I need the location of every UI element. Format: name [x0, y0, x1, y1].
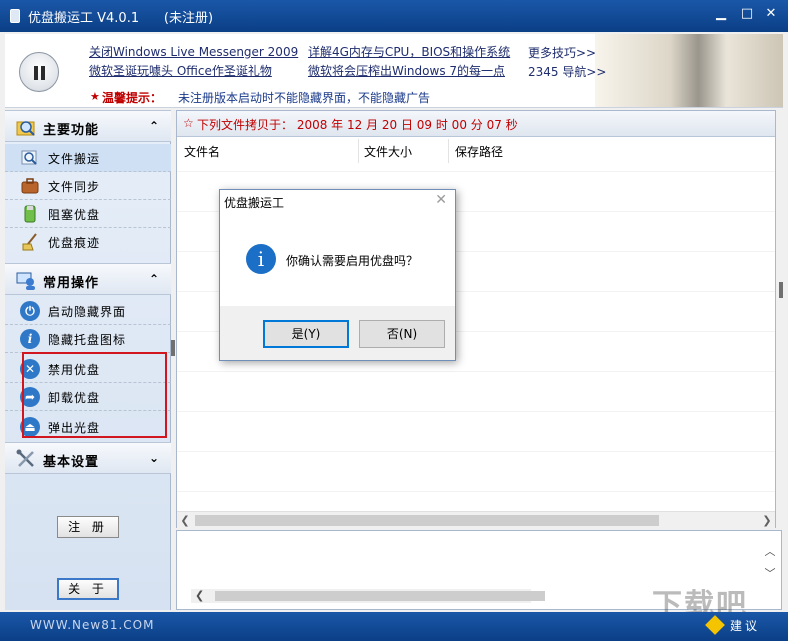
news-link-4[interactable]: 微软将会压榨出Windows 7的每一点 — [308, 62, 505, 79]
sidebar-item-file-move[interactable]: 文件搬运 — [5, 144, 171, 172]
briefcase-icon — [20, 176, 40, 196]
column-header-filename[interactable]: 文件名 — [184, 143, 220, 160]
news-link-1[interactable]: 关闭Windows Live Messenger 2009 — [89, 43, 298, 60]
sidebar-item-label: 启动隐藏界面 — [48, 305, 127, 319]
computer-user-icon — [15, 269, 37, 291]
app-icon — [10, 9, 20, 23]
register-button[interactable]: 注 册 — [57, 516, 119, 538]
header-banner: 关闭Windows Live Messenger 2009 微软圣诞玩噱头 Of… — [5, 34, 783, 108]
column-header-savepath[interactable]: 保存路径 — [455, 143, 503, 160]
search-folder-icon — [15, 116, 37, 138]
dialog-title: 优盘搬运工 — [224, 196, 285, 210]
scroll-right-icon[interactable]: ❯ — [759, 513, 775, 528]
magnifier-icon — [20, 148, 40, 168]
sidebar-item-label: 禁用优盘 — [48, 363, 101, 377]
sidebar-item-label: 隐藏托盘图标 — [48, 333, 127, 347]
nav-2345-link[interactable]: 2345 导航>> — [528, 63, 606, 80]
info-icon: i — [246, 244, 276, 274]
section-label: 主要功能 — [43, 123, 100, 138]
about-button[interactable]: 关 于 — [57, 578, 119, 600]
suggest-button[interactable]: 建议 — [730, 617, 760, 634]
chevron-down-icon: ⌄ — [148, 451, 159, 465]
dialog-button-bar: 是(Y) 否(N) — [220, 306, 455, 360]
unload-icon: ➦ — [20, 387, 40, 407]
landscape-scroll-image — [595, 34, 783, 107]
sidebar-item-unload-usb[interactable]: ➦ 卸载优盘 — [5, 383, 171, 411]
status-bar: WWW.New81.COM 建议 — [0, 612, 788, 641]
sidebar-item-label: 优盘痕迹 — [48, 236, 101, 250]
column-header-filesize[interactable]: 文件大小 — [364, 143, 412, 160]
scroll-left-icon[interactable]: ❮ — [177, 513, 193, 528]
usb-block-icon — [20, 204, 40, 224]
copy-header: ☆ 下列文件拷贝于： 2008 年 12 月 20 日 09 时 00 分 07… — [177, 111, 775, 137]
star-icon: ☆ — [183, 116, 194, 130]
log-hscrollbar[interactable]: ❮ — [191, 589, 545, 603]
pause-button[interactable] — [19, 52, 59, 92]
confirm-dialog: 优盘搬运工 ✕ i 你确认需要启用优盘吗？ 是(Y) 否(N) — [219, 189, 456, 361]
more-tips-link[interactable]: 更多技巧>> — [528, 44, 596, 61]
notice-label: 温馨提示： — [102, 91, 163, 105]
window-title: 优盘搬运工 V4.0.1 (未注册) — [28, 11, 214, 26]
notice-text: 未注册版本启动时不能隐藏界面，不能隐藏广告 — [178, 91, 431, 105]
copy-time-label: 下列文件拷贝于： 2008 年 12 月 20 日 09 时 00 分 07 秒 — [197, 118, 518, 132]
sidebar-item-label: 文件同步 — [48, 180, 101, 194]
section-common-ops[interactable]: 常用操作 ⌃ — [5, 263, 171, 295]
info-icon: i — [20, 329, 40, 349]
sidebar-item-label: 弹出光盘 — [48, 421, 101, 435]
sidebar-item-hide-tray[interactable]: i 隐藏托盘图标 — [5, 325, 171, 353]
scroll-thumb[interactable] — [195, 515, 659, 526]
scroll-left-icon[interactable]: ❮ — [195, 589, 204, 602]
scroll-thumb[interactable] — [215, 591, 545, 601]
sidebar-item-label: 阻塞优盘 — [48, 208, 101, 222]
maximize-button[interactable]: □ — [737, 4, 757, 24]
sidebar-item-eject-disc[interactable]: ⏏ 弹出光盘 — [5, 413, 171, 441]
site-label: WWW.New81.COM — [30, 618, 155, 632]
title-bar: 优盘搬运工 V4.0.1 (未注册) ▁ □ ✕ — [0, 0, 788, 32]
splitter-handle-left[interactable] — [171, 340, 175, 356]
chevron-up-icon: ⌃ — [148, 119, 159, 133]
log-panel[interactable]: ︿ ﹀ ❮ — [176, 530, 782, 610]
file-list-hscrollbar[interactable]: ❮ ❯ — [177, 511, 775, 528]
sidebar-item-file-sync[interactable]: 文件同步 — [5, 172, 171, 200]
news-link-3[interactable]: 详解4G内存与CPU，BIOS和操作系统 — [308, 43, 510, 60]
sidebar-item-disable-usb[interactable]: ✕ 禁用优盘 — [5, 355, 171, 383]
minimize-button[interactable]: ▁ — [711, 4, 731, 24]
sidebar-item-usb-traces[interactable]: 优盘痕迹 — [5, 228, 171, 256]
sidebar: 主要功能 ⌃ 文件搬运 文件同步 阻塞优盘 优盘痕迹 常用操作 ⌃ ⏻ 启动隐藏… — [5, 110, 171, 610]
yes-button[interactable]: 是(Y) — [263, 320, 349, 348]
suggest-icon — [705, 615, 725, 635]
sidebar-item-start-hidden[interactable]: ⏻ 启动隐藏界面 — [5, 297, 171, 325]
scroll-down-icon[interactable]: ﹀ — [763, 565, 777, 580]
splitter-handle-right[interactable] — [779, 282, 783, 298]
no-button[interactable]: 否(N) — [359, 320, 445, 348]
close-button[interactable]: ✕ — [761, 4, 781, 24]
dialog-message: 你确认需要启用优盘吗？ — [286, 254, 419, 268]
chevron-up-icon: ⌃ — [148, 272, 159, 286]
dialog-close-icon[interactable]: ✕ — [435, 192, 447, 208]
sidebar-item-label: 卸载优盘 — [48, 391, 101, 405]
pause-icon — [34, 66, 38, 80]
sidebar-item-block-usb[interactable]: 阻塞优盘 — [5, 200, 171, 228]
scroll-up-icon[interactable]: ︿ — [763, 543, 777, 558]
eject-icon: ⏏ — [20, 417, 40, 437]
sidebar-item-label: 文件搬运 — [48, 152, 101, 166]
tools-icon — [15, 448, 37, 470]
section-main-functions[interactable]: 主要功能 ⌃ — [5, 110, 171, 142]
broom-icon — [20, 232, 40, 252]
section-label: 基本设置 — [43, 455, 100, 470]
power-icon: ⏻ — [20, 301, 40, 321]
disable-icon: ✕ — [20, 359, 40, 379]
star-icon: ★ — [90, 90, 100, 103]
section-basic-settings[interactable]: 基本设置 ⌄ — [5, 442, 171, 474]
news-link-2[interactable]: 微软圣诞玩噱头 Office作圣诞礼物 — [89, 62, 272, 79]
section-label: 常用操作 — [43, 276, 100, 291]
